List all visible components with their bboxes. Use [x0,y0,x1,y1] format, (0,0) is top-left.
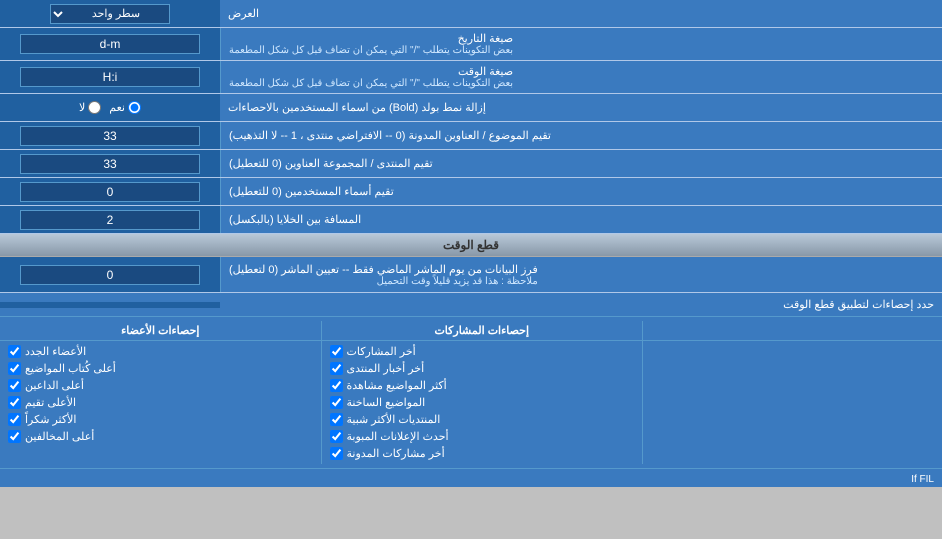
hot-topics-checkbox[interactable] [330,396,343,409]
hot-topics-label: المواضيع الساخنة [347,396,426,409]
time-cutoff-input[interactable] [20,265,200,285]
time-cutoff-header: قطع الوقت [0,234,942,257]
time-format-title: صيغة الوقت [229,65,513,78]
checkbox-most-viewed: أكثر المواضيع مشاهدة [326,377,639,394]
checkbox-top-violators: أعلى المخالفين [4,428,317,445]
username-order-label: تقيم أسماء المستخدمين (0 للتعطيل) [220,178,942,205]
bold-remove-no-label: لا [79,101,101,114]
classifieds-label: أحدث الإعلانات المبوبة [347,430,449,443]
display-dropdown[interactable]: سطر واحد سطران ثلاثة أسطر [50,4,170,24]
topic-order-input-wrapper [0,122,220,149]
if-fil-note: If FIL [911,474,934,485]
last-posts-label: أخر المشاركات [347,345,416,358]
topic-order-title: تقيم الموضوع / العناوين المدونة (0 -- ال… [229,129,551,142]
date-format-label: صيغة التاريخ بعض التكوينات يتطلب "/" الت… [220,28,942,60]
new-members-checkbox[interactable] [8,345,21,358]
checkbox-most-similar: المنتديات الأكثر شبية [326,411,639,428]
date-format-title: صيغة التاريخ [229,32,513,45]
top-inviters-label: أعلى الداعين [25,379,84,392]
date-format-input[interactable] [20,34,200,54]
username-order-title: تقيم أسماء المستخدمين (0 للتعطيل) [229,185,394,198]
forum-order-input-wrapper [0,150,220,177]
most-viewed-label: أكثر المواضيع مشاهدة [347,379,447,392]
stats-posts-header-text: إحصاءات المشاركات [434,325,529,337]
topic-order-label: تقيم الموضوع / العناوين المدونة (0 -- ال… [220,122,942,149]
bold-remove-yes-radio[interactable] [128,101,141,114]
display-label: العرض [220,0,942,27]
top-writers-checkbox[interactable] [8,362,21,375]
bold-remove-title: إزالة نمط بولد (Bold) من اسماء المستخدمي… [228,101,486,114]
stats-posts-col: أخر المشاركات أخر أخبار المنتدى أكثر الم… [321,341,643,464]
checkbox-new-members: الأعضاء الجدد [4,343,317,360]
column-spacing-title: المسافة بين الخلايا (بالبكسل) [229,213,361,226]
stats-posts-header: إحصاءات المشاركات [321,321,643,340]
time-format-input[interactable] [20,67,200,87]
time-cutoff-note: ملاحظة : هذا قد يزيد قليلاً وقت التحميل [229,276,538,287]
forum-order-title: تقيم المنتدى / المجموعة العناوين (0 للتع… [229,157,433,170]
date-format-input-wrapper [0,28,220,60]
checkbox-top-inviters: أعلى الداعين [4,377,317,394]
bold-remove-no-radio[interactable] [88,101,101,114]
topic-order-input[interactable] [20,126,200,146]
most-thanks-checkbox[interactable] [8,413,21,426]
username-order-input-wrapper [0,178,220,205]
forum-news-checkbox[interactable] [330,362,343,375]
most-similar-label: المنتديات الأكثر شبية [347,413,441,426]
stats-right-empty [642,341,942,464]
checkbox-blog-posts: أخر مشاركات المدونة [326,445,639,462]
checkbox-classifieds: أحدث الإعلانات المبوبة [326,428,639,445]
top-rated-checkbox[interactable] [8,396,21,409]
classifieds-checkbox[interactable] [330,430,343,443]
top-inviters-checkbox[interactable] [8,379,21,392]
time-cutoff-row-title: فرز البيانات من يوم الماشر الماضي فقط --… [229,263,538,276]
forum-order-label: تقيم المنتدى / المجموعة العناوين (0 للتع… [220,150,942,177]
top-violators-checkbox[interactable] [8,430,21,443]
top-violators-label: أعلى المخالفين [25,430,94,443]
column-spacing-input-wrapper [0,206,220,233]
stats-members-header-text: إحصاءات الأعضاء [121,325,199,337]
checkbox-forum-news: أخر أخبار المنتدى [326,360,639,377]
last-posts-checkbox[interactable] [330,345,343,358]
display-label-text: العرض [228,7,259,20]
checkbox-top-writers: أعلى كُتاب المواضيع [4,360,317,377]
checkbox-top-rated: الأعلى تقيم [4,394,317,411]
most-similar-checkbox[interactable] [330,413,343,426]
checkbox-hot-topics: المواضيع الساخنة [326,394,639,411]
apply-cutoff-label: حدد إحصاءات لتطبيق قطع الوقت [220,294,942,315]
time-format-input-wrapper [0,61,220,93]
stats-right-col-header [642,321,942,340]
bold-remove-yes-label: نعم [109,101,141,114]
time-format-sublabel: بعض التكوينات يتطلب "/" التي يمكن ان تضا… [229,78,513,89]
display-select-wrapper: سطر واحد سطران ثلاثة أسطر [0,0,220,27]
most-thanks-label: الأكثر شكراً [25,413,76,426]
username-order-input[interactable] [20,182,200,202]
time-format-label: صيغة الوقت بعض التكوينات يتطلب "/" التي … [220,61,942,93]
forum-order-input[interactable] [20,154,200,174]
blog-posts-label: أخر مشاركات المدونة [347,447,445,460]
bold-remove-label: إزالة نمط بولد (Bold) من اسماء المستخدمي… [220,94,942,121]
stats-members-col: الأعضاء الجدد أعلى كُتاب المواضيع أعلى ا… [0,341,321,464]
bold-remove-radio-wrapper: نعم لا [0,94,220,121]
date-format-sublabel: بعض التكوينات يتطلب "/" التي يمكن ان تضا… [229,45,513,56]
checkbox-last-posts: أخر المشاركات [326,343,639,360]
forum-news-label: أخر أخبار المنتدى [347,362,425,375]
column-spacing-input[interactable] [20,210,200,230]
time-cutoff-header-text: قطع الوقت [443,238,499,252]
bold-remove-yes-text: نعم [109,101,125,114]
time-cutoff-input-wrapper [0,257,220,292]
top-writers-label: أعلى كُتاب المواضيع [25,362,116,375]
top-rated-label: الأعلى تقيم [25,396,76,409]
apply-cutoff-text: حدد إحصاءات لتطبيق قطع الوقت [783,299,934,311]
stats-checkboxes-area: إحصاءات المشاركات إحصاءات الأعضاء أخر ال… [0,317,942,468]
apply-cutoff-right [0,302,220,308]
blog-posts-checkbox[interactable] [330,447,343,460]
checkbox-most-thanks: الأكثر شكراً [4,411,317,428]
stats-members-header: إحصاءات الأعضاء [0,321,321,340]
column-spacing-label: المسافة بين الخلايا (بالبكسل) [220,206,942,233]
time-cutoff-label: فرز البيانات من يوم الماشر الماضي فقط --… [220,257,942,292]
most-viewed-checkbox[interactable] [330,379,343,392]
bold-remove-no-text: لا [79,101,85,114]
new-members-label: الأعضاء الجدد [25,345,86,358]
